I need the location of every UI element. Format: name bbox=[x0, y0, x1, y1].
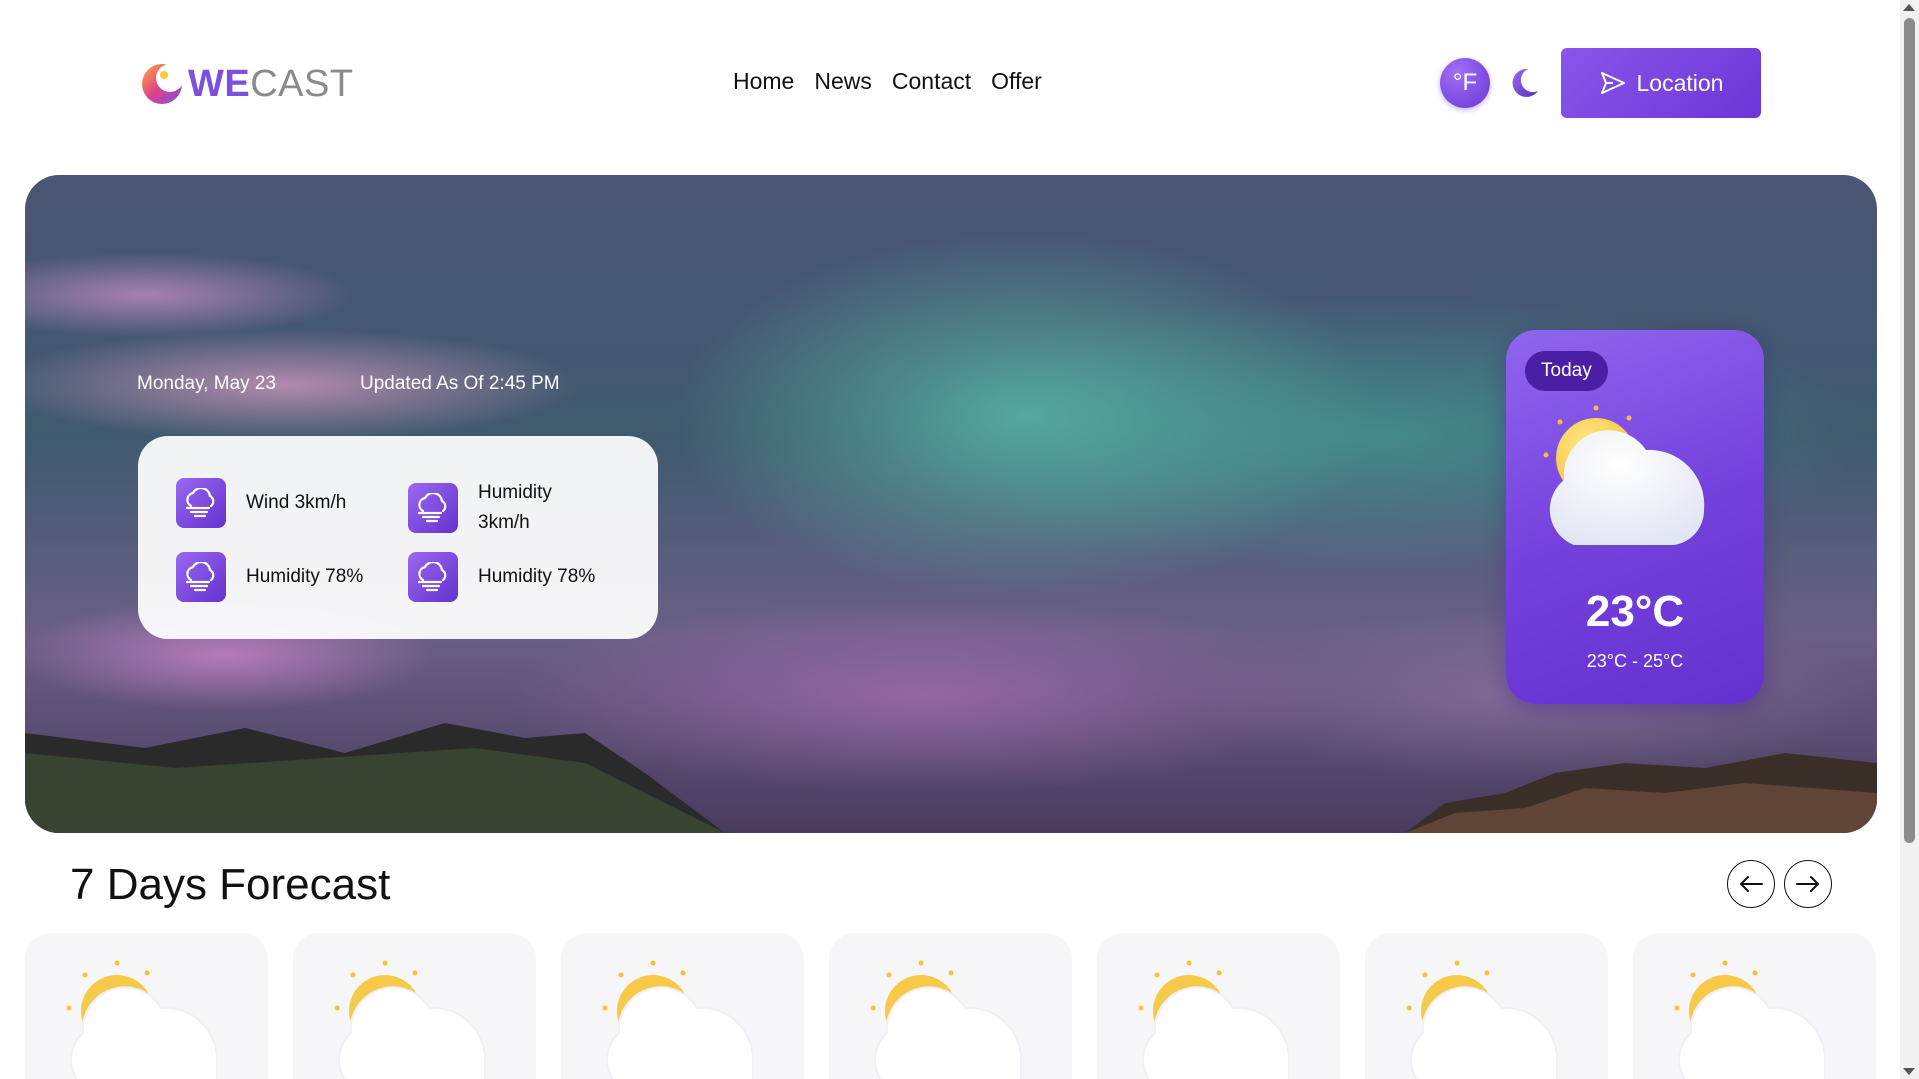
scroll-up-arrow[interactable] bbox=[1903, 4, 1915, 11]
wind-cloud-icon bbox=[408, 483, 458, 533]
forecast-day-card[interactable] bbox=[561, 933, 804, 1079]
location-button[interactable]: Location bbox=[1561, 48, 1761, 118]
forecast-days bbox=[25, 933, 1876, 1079]
send-icon bbox=[1600, 72, 1625, 94]
partly-cloudy-icon bbox=[66, 960, 219, 1079]
stat-label: Humidity 78% bbox=[478, 566, 596, 587]
moon-icon[interactable] bbox=[1510, 67, 1540, 99]
partly-cloudy-icon bbox=[1406, 960, 1559, 1079]
stat-humidity: Humidity 3km/h bbox=[408, 478, 588, 538]
wind-cloud-icon bbox=[176, 552, 226, 602]
hero-banner: Monday, May 23 Updated As Of 2:45 PM Win… bbox=[25, 175, 1877, 833]
nav-contact[interactable]: Contact bbox=[892, 68, 971, 95]
arrow-left-icon bbox=[1740, 876, 1763, 892]
main-nav: Home News Contact Offer bbox=[733, 68, 1042, 95]
partly-cloudy-icon bbox=[870, 960, 1023, 1079]
forecast-prev-button[interactable] bbox=[1727, 860, 1775, 908]
partly-cloudy-icon bbox=[1674, 960, 1827, 1079]
logo-text: WECAST bbox=[188, 62, 354, 106]
today-badge: Today bbox=[1525, 351, 1608, 391]
today-weather-card: Today 23°C 23°C - 25°C bbox=[1506, 330, 1764, 704]
wind-cloud-icon bbox=[408, 552, 458, 602]
partly-cloudy-icon bbox=[334, 960, 487, 1079]
scroll-thumb[interactable] bbox=[1904, 18, 1915, 843]
unit-toggle-button[interactable]: °F bbox=[1440, 58, 1490, 108]
stat-wind: Wind 3km/h bbox=[176, 478, 346, 528]
nav-home[interactable]: Home bbox=[733, 68, 794, 95]
location-button-label: Location bbox=[1636, 69, 1724, 96]
moon-logo-icon bbox=[142, 64, 184, 104]
partly-cloudy-icon bbox=[602, 960, 755, 1079]
forecast-title: 7 Days Forecast bbox=[70, 860, 391, 909]
stat-label: Wind 3km/h bbox=[246, 492, 347, 513]
updated-time: Updated As Of 2:45 PM bbox=[360, 373, 560, 394]
stat-label: Humidity 3km/h bbox=[478, 482, 552, 533]
arrow-right-icon bbox=[1796, 876, 1819, 892]
today-temperature: 23°C bbox=[1585, 587, 1685, 636]
forecast-day-card[interactable] bbox=[1365, 933, 1608, 1079]
site-header: WECAST Home News Contact Offer °F Locati… bbox=[0, 0, 1900, 170]
stat-label: Humidity 78% bbox=[246, 566, 364, 587]
today-temperature-range: 23°C - 25°C bbox=[1586, 651, 1684, 671]
nav-news[interactable]: News bbox=[814, 68, 872, 95]
logo[interactable]: WECAST bbox=[140, 62, 354, 106]
forecast-day-card[interactable] bbox=[293, 933, 536, 1079]
forecast-day-card[interactable] bbox=[1097, 933, 1340, 1079]
nav-offer[interactable]: Offer bbox=[991, 68, 1042, 95]
mountains-silhouette bbox=[25, 723, 1877, 833]
logo-we: WE bbox=[188, 63, 251, 105]
wind-cloud-icon bbox=[176, 478, 226, 528]
vertical-scrollbar[interactable] bbox=[1900, 0, 1919, 1079]
stat-humidity: Humidity 78% bbox=[176, 552, 363, 602]
forecast-day-card[interactable] bbox=[829, 933, 1072, 1079]
scroll-down-arrow[interactable] bbox=[1903, 1068, 1915, 1075]
logo-cast: CAST bbox=[250, 63, 354, 105]
forecast-day-card[interactable] bbox=[1633, 933, 1876, 1079]
current-date: Monday, May 23 bbox=[137, 373, 277, 394]
partly-cloudy-icon bbox=[1138, 960, 1291, 1079]
forecast-next-button[interactable] bbox=[1784, 860, 1832, 908]
forecast-day-card[interactable] bbox=[25, 933, 268, 1079]
partly-cloudy-icon bbox=[1543, 405, 1705, 545]
weather-stats-card: Wind 3km/h Humidity 3km/h Humidity 78% H… bbox=[138, 436, 658, 639]
stat-humidity: Humidity 78% bbox=[408, 552, 595, 602]
